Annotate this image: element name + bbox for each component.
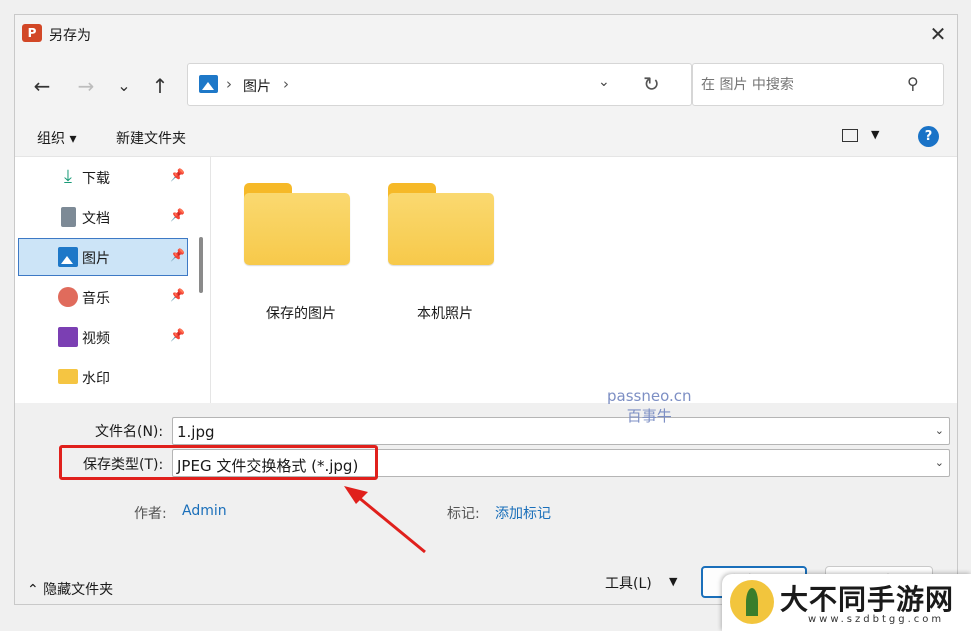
sidebar-item-pictures[interactable]: 图片 📌 bbox=[18, 238, 188, 276]
sidebar-item-videos[interactable]: 视频 📌 bbox=[18, 318, 188, 356]
site-badge: 大不同手游网 www.szdbtgg.com bbox=[722, 574, 971, 631]
organize-menu[interactable]: 组织 ▾ bbox=[37, 128, 76, 148]
folder-item[interactable]: 本机照片 bbox=[375, 183, 495, 322]
breadcrumb-chevron-icon[interactable]: › bbox=[283, 75, 289, 93]
navigation-pane: ⤓ 下载 📌 文档 📌 图片 📌 音乐 📌 视频 📌 水印 bbox=[15, 157, 211, 403]
breadcrumb-pictures[interactable]: 图片 bbox=[243, 76, 271, 96]
breadcrumb-chevron-icon: › bbox=[226, 75, 232, 93]
sidebar-item-documents[interactable]: 文档 📌 bbox=[18, 198, 188, 236]
search-box[interactable]: ⚲ bbox=[692, 63, 944, 106]
filename-value: 1.jpg bbox=[177, 423, 215, 441]
music-icon bbox=[58, 287, 78, 307]
badge-title: 大不同手游网 bbox=[780, 583, 955, 616]
document-icon bbox=[61, 207, 76, 227]
folder-icon bbox=[388, 183, 494, 267]
sidebar-item-downloads[interactable]: ⤓ 下载 📌 bbox=[18, 158, 188, 196]
command-bar: 组织 ▾ 新建文件夹 ▼ ? bbox=[15, 115, 957, 157]
tags-label: 标记: bbox=[447, 506, 480, 522]
save-as-dialog: P 另存为 ✕ ← → ⌄ ↑ › 图片 › ⌄ ↻ ⚲ 组织 ▾ 新建文件夹 … bbox=[14, 14, 958, 605]
folder-body bbox=[388, 193, 494, 265]
navigation-bar: ← → ⌄ ↑ › 图片 › ⌄ ↻ ⚲ bbox=[15, 53, 957, 115]
folder-icon bbox=[58, 369, 78, 384]
search-icon[interactable]: ⚲ bbox=[907, 74, 919, 93]
up-button[interactable]: ↑ bbox=[147, 73, 173, 99]
tools-button[interactable]: 工具(L) bbox=[605, 573, 652, 593]
file-list: 保存的图片 本机照片 bbox=[211, 157, 957, 403]
watermark: passneo.cn 百事牛 bbox=[607, 386, 692, 426]
view-dropdown-icon[interactable]: ▼ bbox=[871, 128, 879, 141]
pictures-icon bbox=[58, 247, 78, 267]
address-dropdown-icon[interactable]: ⌄ bbox=[598, 74, 610, 90]
sidebar-item-watermark[interactable]: 水印 bbox=[18, 358, 188, 396]
sidebar-scrollbar[interactable] bbox=[199, 237, 203, 293]
author-label: 作者: bbox=[134, 506, 167, 522]
tags-value[interactable]: 添加标记 bbox=[495, 503, 551, 523]
highlight-box bbox=[59, 445, 378, 480]
pin-icon: 📌 bbox=[170, 248, 185, 262]
folder-icon bbox=[244, 183, 350, 267]
title-bar: P 另存为 ✕ bbox=[15, 15, 957, 53]
watermark-url: passneo.cn bbox=[607, 387, 692, 405]
pictures-icon bbox=[199, 75, 218, 93]
folder-name: 本机照片 bbox=[417, 306, 473, 322]
address-bar[interactable]: › 图片 › ⌄ ↻ bbox=[187, 63, 692, 106]
sidebar-item-label: 音乐 bbox=[82, 291, 110, 307]
sidebar-item-label: 下载 bbox=[82, 171, 110, 187]
close-button[interactable]: ✕ bbox=[925, 21, 951, 47]
search-input[interactable] bbox=[701, 74, 901, 96]
watermark-brand: 百事牛 bbox=[626, 407, 672, 425]
pin-icon: 📌 bbox=[170, 168, 185, 182]
pin-icon: 📌 bbox=[170, 208, 185, 222]
chevron-down-icon[interactable]: ⌄ bbox=[935, 456, 944, 469]
site-logo-icon bbox=[730, 580, 774, 624]
dialog-title: 另存为 bbox=[49, 28, 91, 44]
chevron-down-icon[interactable]: ⌄ bbox=[935, 424, 944, 437]
forward-button[interactable]: → bbox=[73, 73, 99, 99]
refresh-icon[interactable]: ↻ bbox=[643, 72, 660, 96]
filename-field[interactable]: 1.jpg ⌄ bbox=[172, 417, 950, 445]
sidebar-item-label: 水印 bbox=[82, 371, 110, 387]
folder-body bbox=[244, 193, 350, 265]
folder-item[interactable]: 保存的图片 bbox=[231, 183, 351, 322]
download-icon: ⤓ bbox=[64, 166, 72, 187]
pin-icon: 📌 bbox=[170, 288, 185, 302]
help-icon[interactable]: ? bbox=[918, 126, 939, 147]
sidebar-item-label: 视频 bbox=[82, 331, 110, 347]
author-value[interactable]: Admin bbox=[182, 503, 227, 519]
recent-locations-button[interactable]: ⌄ bbox=[111, 73, 137, 99]
folder-name: 保存的图片 bbox=[266, 306, 336, 322]
filename-label: 文件名(N): bbox=[95, 424, 164, 440]
sidebar-item-label: 文档 bbox=[82, 211, 110, 227]
sidebar-item-label: 图片 bbox=[82, 251, 110, 267]
sidebar-item-music[interactable]: 音乐 📌 bbox=[18, 278, 188, 316]
tools-dropdown-icon[interactable]: ▼ bbox=[669, 575, 677, 588]
pin-icon: 📌 bbox=[170, 328, 185, 342]
badge-url: www.szdbtgg.com bbox=[808, 614, 945, 625]
hide-folders-button[interactable]: ⌃ 隐藏文件夹 bbox=[27, 579, 113, 599]
new-folder-button[interactable]: 新建文件夹 bbox=[116, 128, 186, 148]
video-icon bbox=[58, 327, 78, 347]
back-button[interactable]: ← bbox=[29, 73, 55, 99]
powerpoint-icon: P bbox=[22, 24, 42, 42]
view-icon[interactable] bbox=[842, 129, 858, 142]
